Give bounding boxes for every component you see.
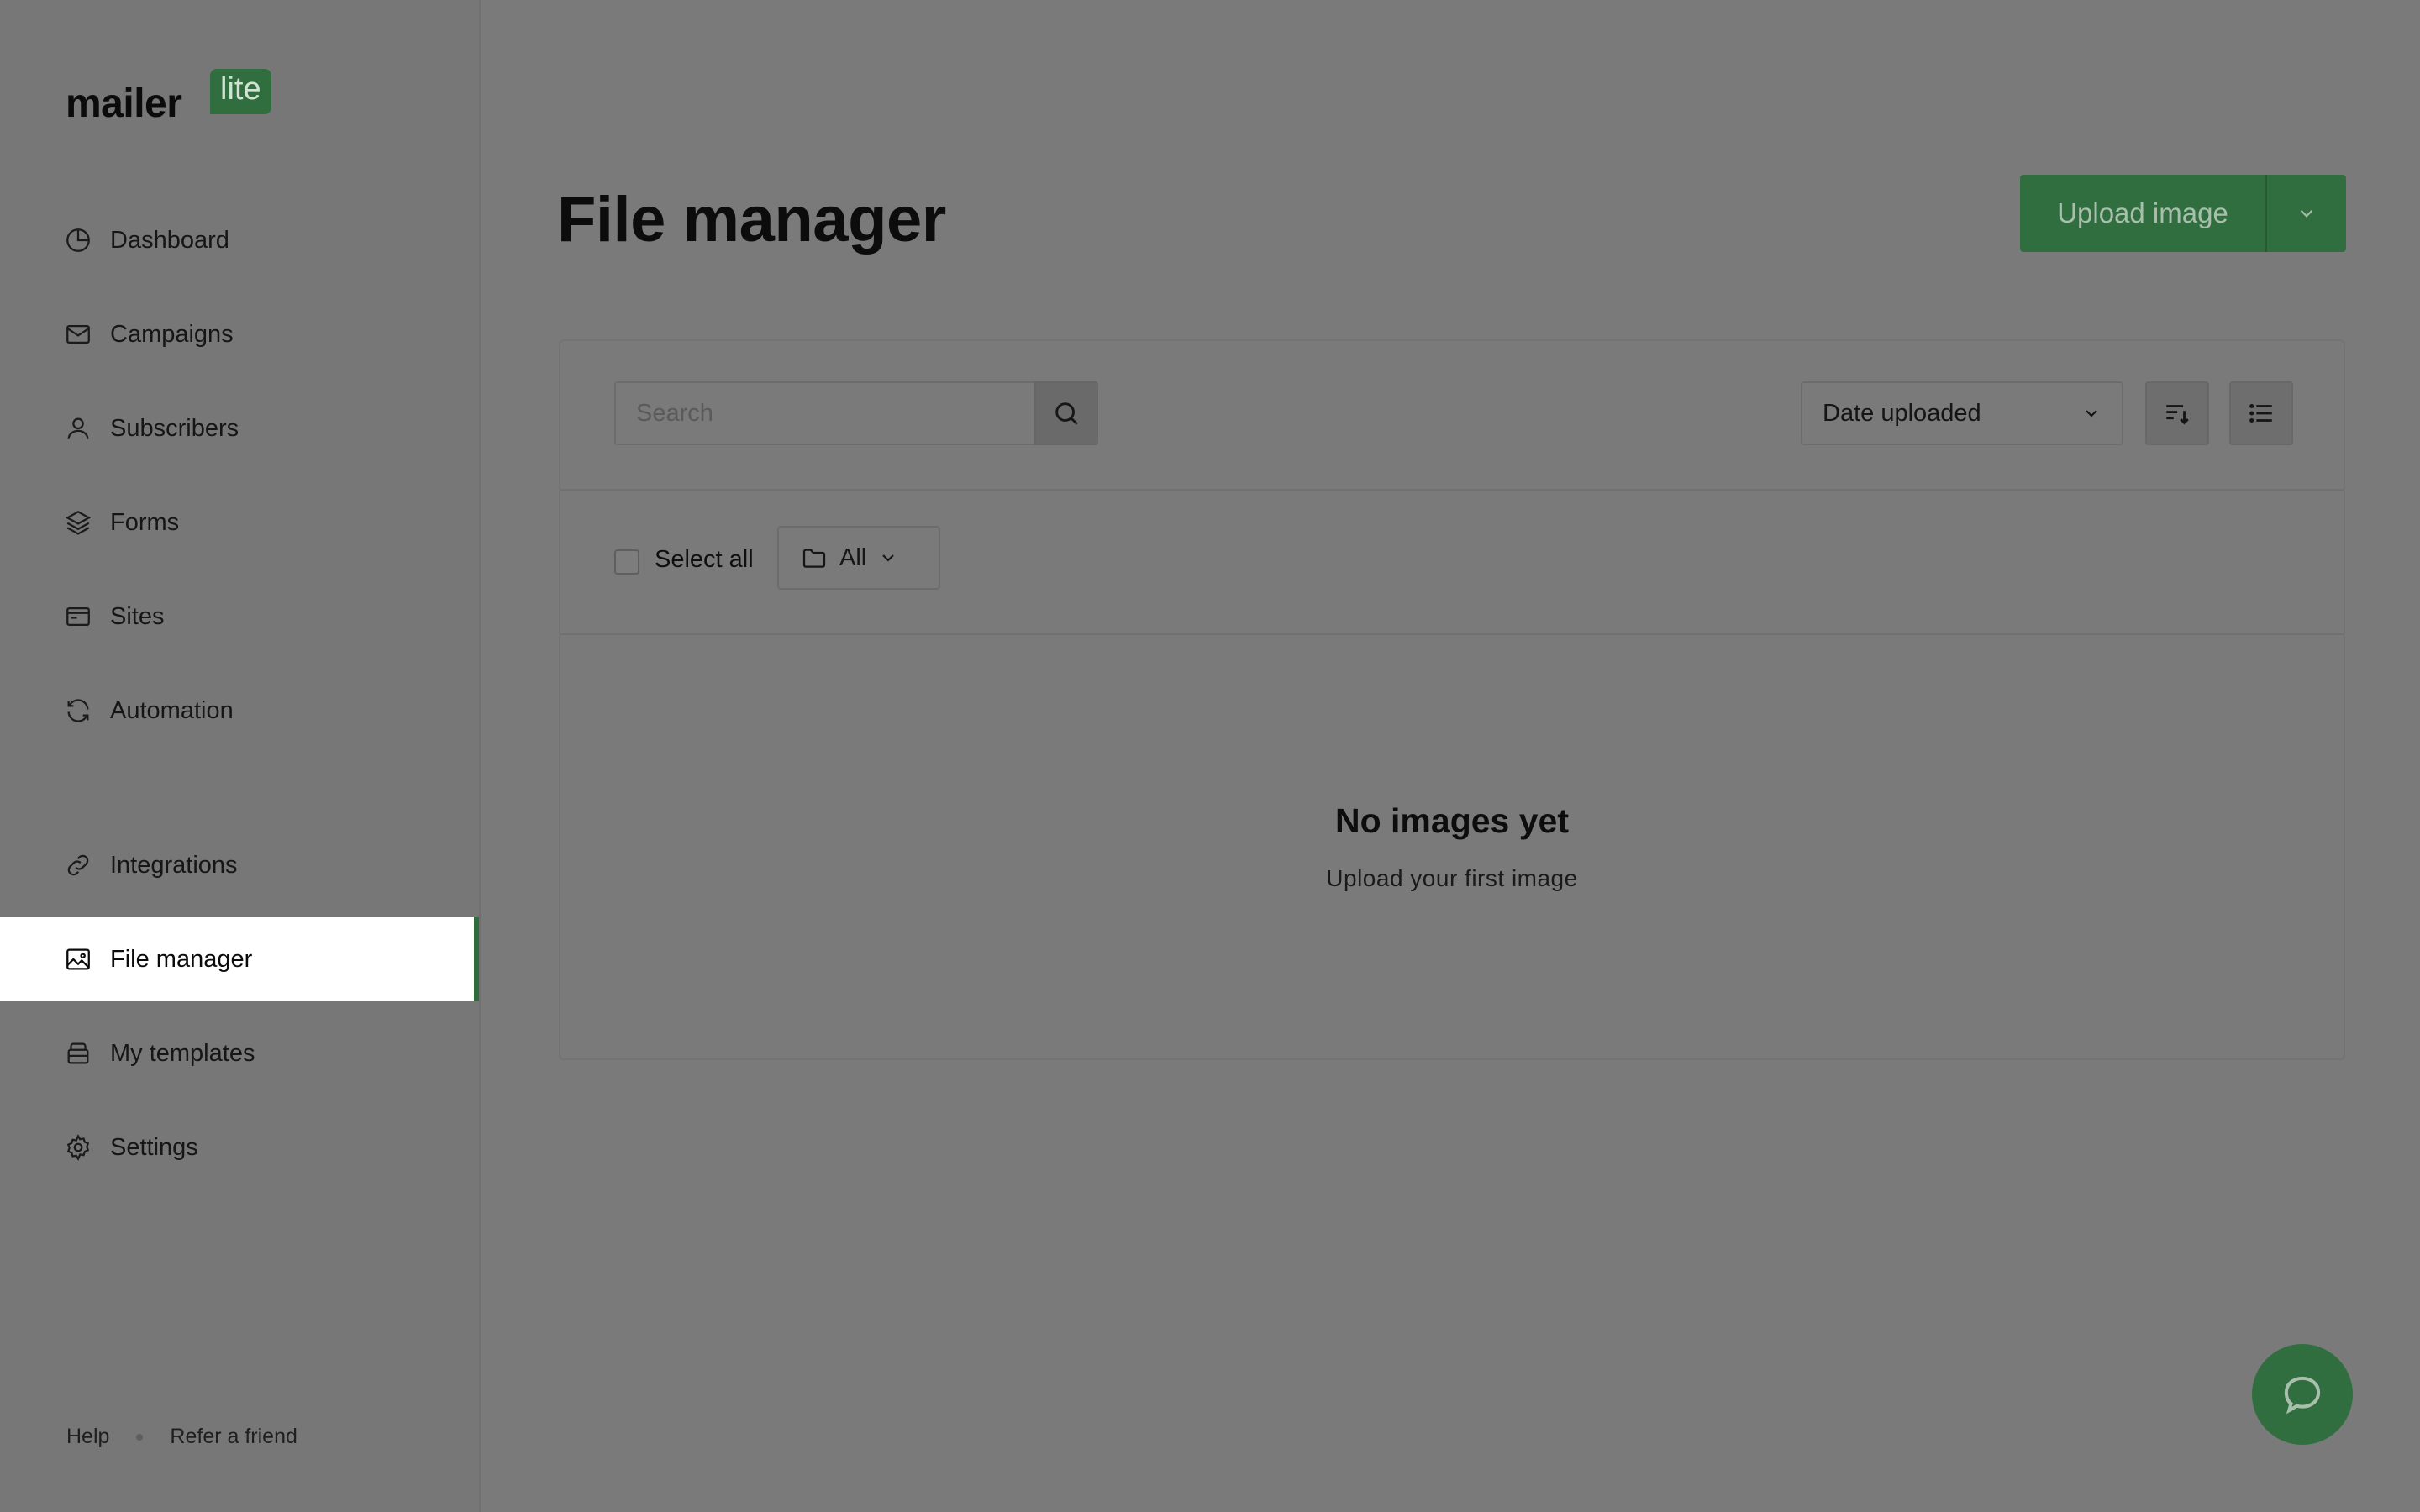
empty-state-subtitle: Upload your first image bbox=[1326, 865, 1578, 891]
sidebar-item-label: Settings bbox=[110, 1133, 198, 1161]
page-title: File manager bbox=[557, 184, 946, 255]
layers-icon bbox=[65, 510, 92, 535]
sidebar-item-label: My templates bbox=[110, 1039, 255, 1067]
chat-bubble-icon bbox=[2284, 1376, 2321, 1415]
help-link[interactable]: Help bbox=[66, 1425, 109, 1449]
chat-support-button[interactable] bbox=[2252, 1344, 2353, 1445]
sidebar-item-subscribers[interactable]: Subscribers bbox=[0, 386, 479, 470]
mailerlite-logo[interactable]: mailer lite bbox=[66, 67, 284, 128]
file-manager-panel: Date uploaded Select all All No images y… bbox=[559, 339, 2345, 1060]
gear-icon bbox=[66, 1134, 90, 1161]
envelope-icon bbox=[66, 324, 90, 344]
empty-state-title: No images yet bbox=[1335, 801, 1569, 840]
sidebar-item-dashboard[interactable]: Dashboard bbox=[0, 198, 479, 282]
sort-order-button[interactable] bbox=[2145, 381, 2209, 445]
logo-badge: lite bbox=[210, 69, 271, 114]
chevron-down-icon bbox=[2300, 209, 2313, 218]
separator-dot bbox=[136, 1433, 144, 1441]
list-icon bbox=[2249, 403, 2272, 423]
pie-chart-icon bbox=[66, 228, 90, 252]
folder-select-value: All bbox=[839, 543, 867, 571]
logo-word: mailer bbox=[66, 81, 182, 126]
sidebar-item-forms[interactable]: Forms bbox=[0, 480, 479, 564]
select-all-checkbox[interactable] bbox=[614, 549, 639, 575]
sidebar-item-label: Automation bbox=[110, 696, 234, 724]
folder-icon bbox=[802, 549, 826, 568]
sidebar-item-label: Dashboard bbox=[110, 226, 229, 254]
sidebar-item-label: Integrations bbox=[110, 851, 238, 879]
list-view-button[interactable] bbox=[2229, 381, 2293, 445]
upload-options-dropdown[interactable] bbox=[2267, 175, 2346, 252]
refresh-icon bbox=[67, 699, 89, 722]
sidebar-item-sites[interactable]: Sites bbox=[0, 575, 479, 659]
sidebar-item-label: Sites bbox=[110, 602, 165, 630]
refer-a-friend-link[interactable]: Refer a friend bbox=[170, 1425, 297, 1449]
sidebar-item-file-manager[interactable]: File manager bbox=[0, 917, 479, 1001]
sidebar-item-label: Subscribers bbox=[110, 414, 239, 442]
sidebar-item-my-templates[interactable]: My templates bbox=[0, 1011, 479, 1095]
image-icon bbox=[66, 948, 90, 970]
select-all-label[interactable]: Select all bbox=[655, 546, 754, 574]
sidebar-item-integrations[interactable]: Integrations bbox=[0, 823, 479, 907]
user-icon bbox=[67, 417, 89, 439]
sort-select-value: Date uploaded bbox=[1823, 399, 1981, 427]
chevron-down-icon bbox=[882, 554, 895, 562]
search-icon bbox=[1055, 402, 1078, 425]
sidebar-item-automation[interactable]: Automation bbox=[0, 669, 479, 753]
sidebar-item-label: File manager bbox=[110, 945, 253, 973]
upload-image-button[interactable]: Upload image bbox=[2020, 175, 2267, 252]
chevron-down-icon bbox=[2086, 410, 2097, 417]
sidebar-item-campaigns[interactable]: Campaigns bbox=[0, 292, 479, 376]
panel-toolbar: Date uploaded bbox=[560, 341, 2344, 491]
link-icon bbox=[67, 854, 89, 876]
sidebar-item-label: Forms bbox=[110, 508, 180, 536]
template-icon bbox=[67, 1042, 89, 1064]
sidebar-footer: Help Refer a friend bbox=[66, 1425, 297, 1449]
sort-descending-icon bbox=[2166, 405, 2189, 425]
search-input[interactable] bbox=[614, 381, 1034, 445]
panel-filter-row: Select all All bbox=[560, 489, 2344, 635]
browser-icon bbox=[66, 606, 90, 627]
upload-image-button-group: Upload image bbox=[2020, 175, 2346, 252]
sidebar-item-settings[interactable]: Settings bbox=[0, 1105, 479, 1189]
folder-select[interactable]: All bbox=[777, 526, 940, 590]
sidebar: mailer lite Dashboard Campaigns Subscrib… bbox=[0, 0, 481, 1512]
sort-select[interactable]: Date uploaded bbox=[1801, 381, 2123, 445]
search-button[interactable] bbox=[1034, 381, 1098, 445]
sidebar-item-label: Campaigns bbox=[110, 320, 234, 348]
